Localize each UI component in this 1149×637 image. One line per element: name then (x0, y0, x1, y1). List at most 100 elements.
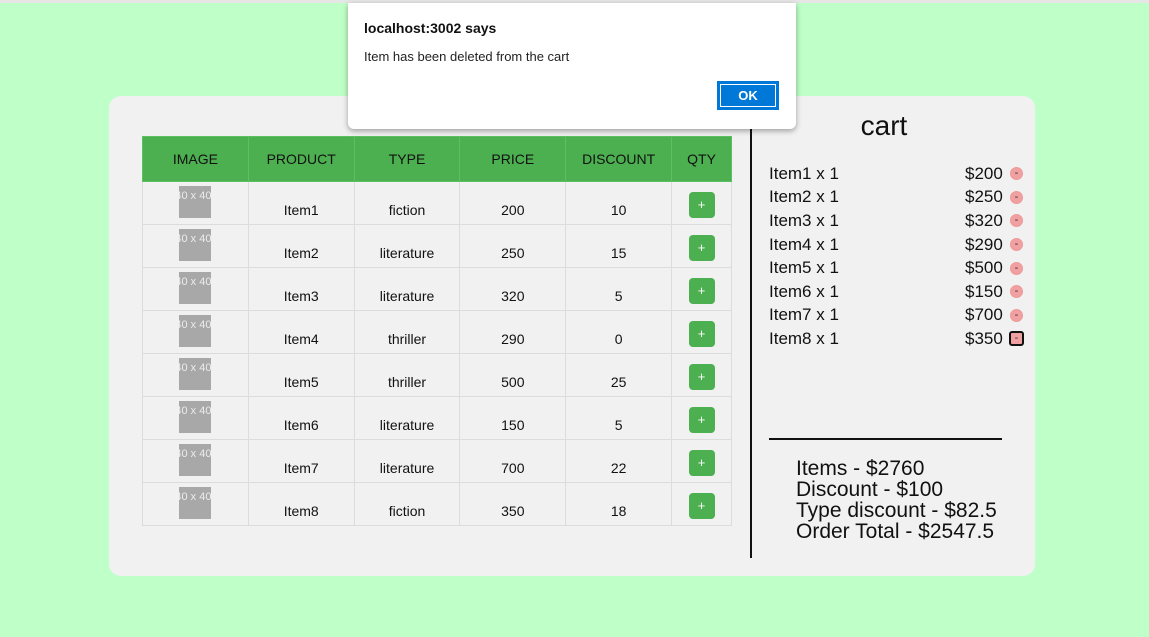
add-to-cart-button[interactable]: + (688, 450, 715, 476)
product-image: 40 x 40 (179, 358, 212, 390)
cart-item-price: $350 (965, 328, 1003, 348)
product-cell: Item4 (247, 310, 355, 354)
add-to-cart-button[interactable]: + (688, 407, 715, 433)
header-type: TYPE (353, 136, 461, 182)
qty-cell: + (671, 224, 732, 268)
header-product: PRODUCT (247, 136, 355, 182)
add-to-cart-button[interactable]: + (688, 493, 715, 519)
discount-cell: 25 (565, 353, 673, 397)
remove-item-button[interactable]: - (1010, 285, 1023, 299)
remove-item-button[interactable]: - (1010, 238, 1023, 252)
price-cell: 700 (459, 439, 567, 483)
cart-item: Item3 x 1 $320 - (769, 209, 1029, 233)
image-cell: 40 x 40 (142, 267, 249, 311)
cart-list: Item1 x 1 $200 - Item2 x 1 $250 - Item3 … (769, 162, 1029, 351)
add-to-cart-button[interactable]: + (688, 364, 715, 390)
price-cell: 500 (459, 353, 567, 397)
cart-divider (750, 128, 752, 558)
remove-item-button[interactable]: - (1010, 308, 1023, 322)
cart-item-label: Item8 x 1 (769, 328, 839, 348)
table-row: 40 x 40 Item8 fiction 350 18 + (142, 482, 732, 526)
remove-item-button[interactable]: - (1010, 261, 1023, 275)
discount-cell: 18 (565, 482, 673, 526)
price-cell: 350 (459, 482, 567, 526)
product-cell: Item8 (247, 482, 355, 526)
add-to-cart-button[interactable]: + (688, 321, 715, 347)
summary-items: Items - $2760 (796, 457, 925, 480)
qty-cell: + (671, 439, 732, 483)
remove-item-button[interactable]: - (1009, 331, 1024, 347)
product-cell: Item1 (247, 181, 355, 225)
product-cell: Item5 (247, 353, 355, 397)
cart-title: cart (860, 110, 908, 141)
type-cell: fiction (353, 482, 461, 526)
cart-item-price: $500 (965, 258, 1003, 278)
cart-item-price: $700 (965, 305, 1003, 325)
type-cell: fiction (353, 181, 461, 225)
cart-item-label: Item6 x 1 (769, 281, 839, 301)
table-header-row: IMAGE PRODUCT TYPE PRICE DISCOUNT QTY (142, 136, 732, 182)
cart-item-label: Item1 x 1 (769, 163, 839, 183)
table-row: 40 x 40 Item6 literature 150 5 + (142, 396, 732, 440)
cart-item: Item7 x 1 $700 - (769, 304, 1029, 328)
price-cell: 250 (459, 224, 567, 268)
remove-item-button[interactable]: - (1010, 214, 1023, 228)
header-image: IMAGE (142, 136, 249, 182)
price-cell: 290 (459, 310, 567, 354)
cart-item-price: $290 (965, 234, 1003, 254)
discount-cell: 10 (565, 181, 673, 225)
qty-cell: + (671, 310, 732, 354)
product-image: 40 x 40 (179, 444, 212, 476)
qty-cell: + (671, 267, 732, 311)
header-discount: DISCOUNT (565, 136, 673, 182)
table-row: 40 x 40 Item7 literature 700 22 + (142, 439, 732, 483)
cart-item: Item5 x 1 $500 - (769, 256, 1029, 280)
shop-container: IMAGE PRODUCT TYPE PRICE DISCOUNT QTY 40… (109, 96, 1035, 576)
cart-item: Item8 x 1 $350 - (769, 327, 1029, 351)
add-to-cart-button[interactable]: + (688, 192, 715, 218)
remove-item-button[interactable]: - (1010, 190, 1023, 204)
qty-cell: + (671, 482, 732, 526)
cart-item-label: Item4 x 1 (769, 234, 839, 254)
image-cell: 40 x 40 (142, 181, 249, 225)
price-cell: 200 (459, 181, 567, 225)
header-qty: QTY (671, 136, 732, 182)
summary-discount: Discount - $100 (796, 478, 944, 501)
dialog-title: localhost:3002 says (364, 20, 497, 36)
add-to-cart-button[interactable]: + (688, 235, 715, 261)
add-to-cart-button[interactable]: + (688, 278, 715, 304)
image-cell: 40 x 40 (142, 353, 249, 397)
price-cell: 150 (459, 396, 567, 440)
cart-item: Item1 x 1 $200 - (769, 162, 1029, 186)
type-cell: literature (353, 396, 461, 440)
discount-cell: 5 (565, 267, 673, 311)
discount-cell: 0 (565, 310, 673, 354)
ok-button[interactable]: OK (717, 81, 779, 110)
alert-dialog: localhost:3002 says Item has been delete… (348, 3, 796, 129)
discount-cell: 22 (565, 439, 673, 483)
dialog-message: Item has been deleted from the cart (364, 49, 570, 64)
cart-item-price: $250 (965, 187, 1003, 207)
qty-cell: + (671, 396, 732, 440)
product-image: 40 x 40 (179, 186, 212, 218)
product-cell: Item3 (247, 267, 355, 311)
cart-item: Item6 x 1 $150 - (769, 280, 1029, 304)
cart-item-price: $200 (965, 163, 1003, 183)
table-row: 40 x 40 Item2 literature 250 15 + (142, 224, 732, 268)
cart-item-label: Item2 x 1 (769, 187, 839, 207)
product-cell: Item7 (247, 439, 355, 483)
product-cell: Item6 (247, 396, 355, 440)
type-cell: literature (353, 224, 461, 268)
table-row: 40 x 40 Item5 thriller 500 25 + (142, 353, 732, 397)
image-cell: 40 x 40 (142, 224, 249, 268)
type-cell: thriller (353, 310, 461, 354)
image-cell: 40 x 40 (142, 439, 249, 483)
remove-item-button[interactable]: - (1010, 167, 1023, 181)
qty-cell: + (671, 353, 732, 397)
cart-item-price: $320 (965, 210, 1003, 230)
product-image: 40 x 40 (179, 401, 212, 433)
table-row: 40 x 40 Item3 literature 320 5 + (142, 267, 732, 311)
cart-item-price: $150 (965, 281, 1003, 301)
product-cell: Item2 (247, 224, 355, 268)
cart-item-label: Item7 x 1 (769, 305, 839, 325)
